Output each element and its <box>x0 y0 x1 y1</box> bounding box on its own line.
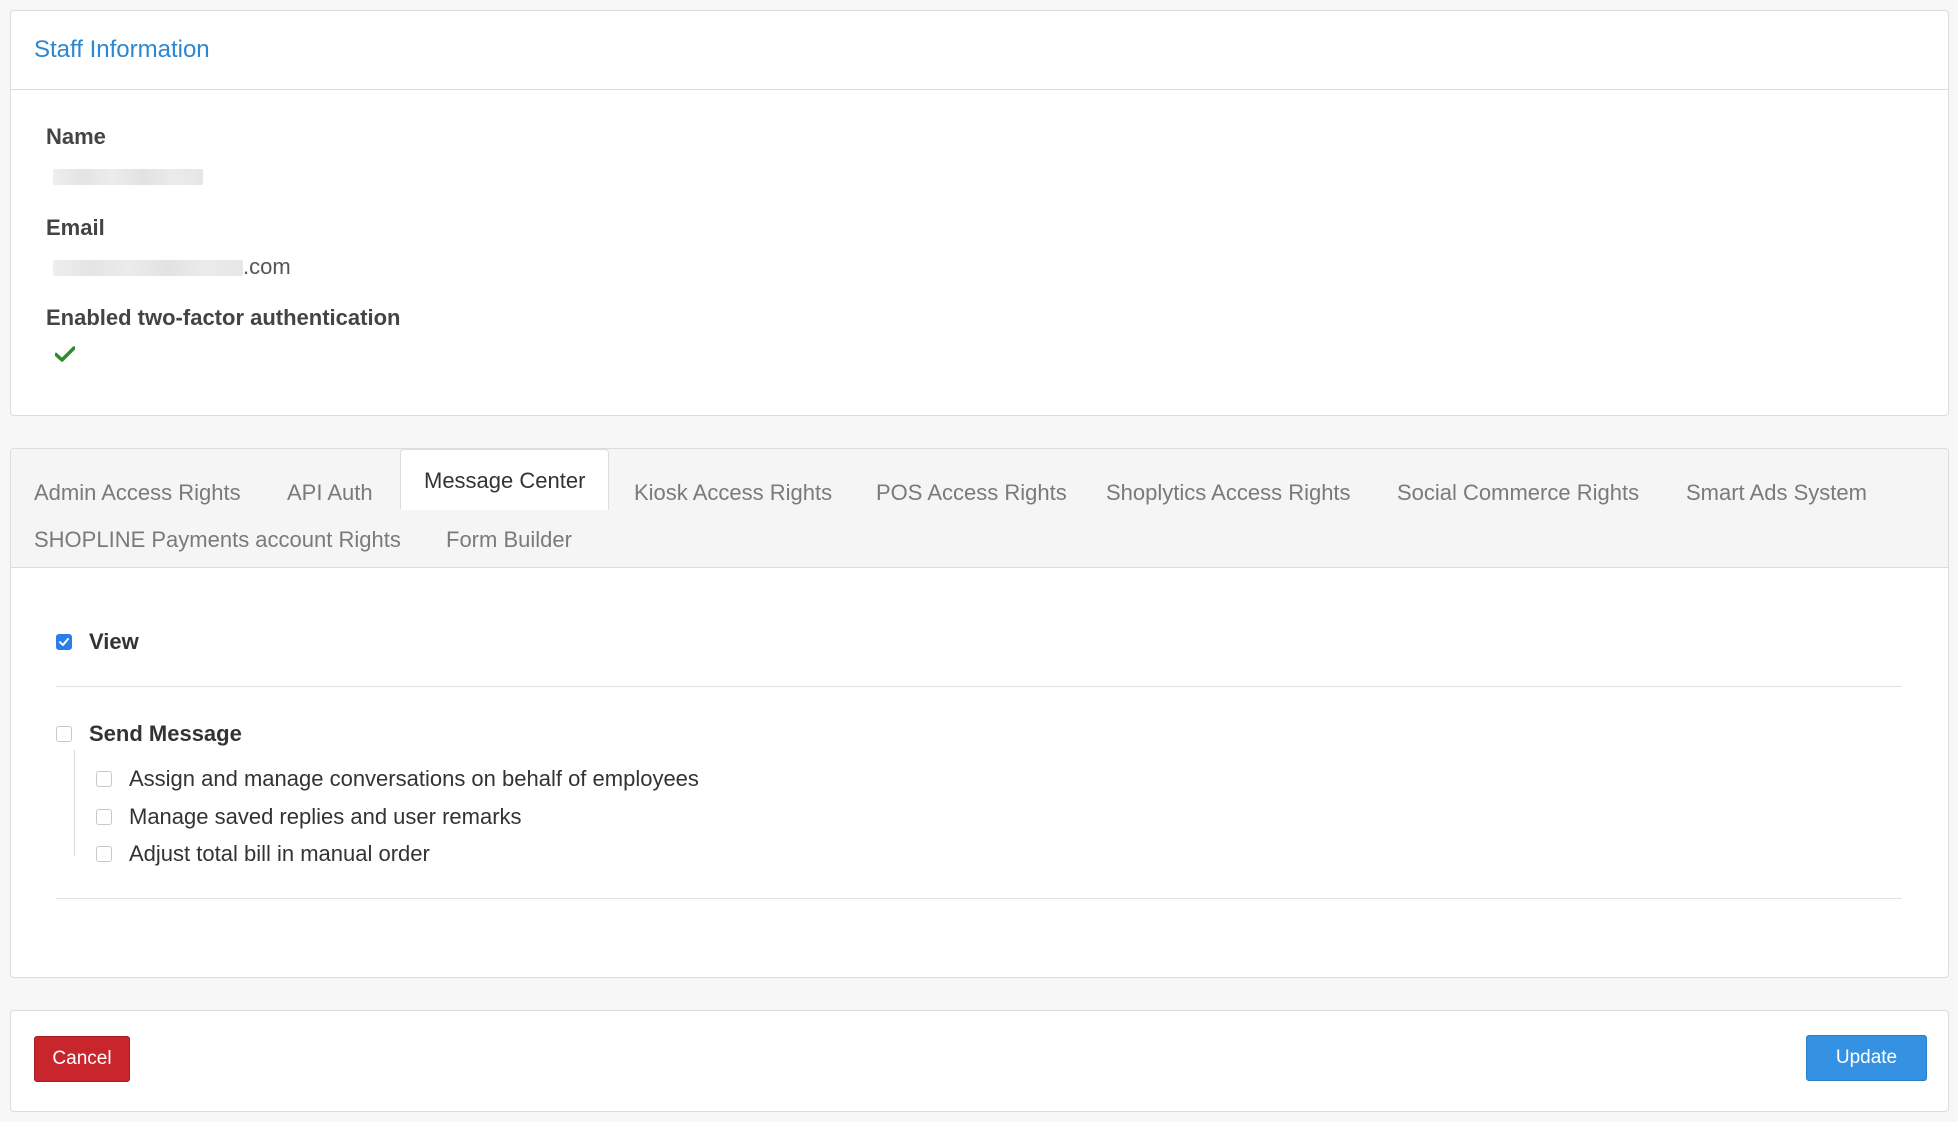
manage-saved-replies-label: Manage saved replies and user remarks <box>129 804 522 829</box>
redacted-name <box>53 169 203 186</box>
adjust-total-bill-label: Adjust total bill in manual order <box>129 841 430 866</box>
assign-conversations-checkbox[interactable] <box>96 771 112 787</box>
divider <box>56 686 1902 687</box>
name-value <box>53 163 203 189</box>
email-suffix: .com <box>243 254 291 279</box>
tab-message-center[interactable]: Message Center <box>400 449 610 510</box>
divider <box>56 898 1902 899</box>
panel-title: Staff Information <box>34 36 210 63</box>
tab-kiosk-access-rights[interactable]: Kiosk Access Rights <box>634 468 832 518</box>
sub-items-guide-line <box>74 750 75 856</box>
tab-form-builder[interactable]: Form Builder <box>446 515 572 565</box>
view-label: View <box>89 629 139 654</box>
tab-pos-access-rights[interactable]: POS Access Rights <box>876 468 1067 518</box>
tab-shopline-payments-account-rights[interactable]: SHOPLINE Payments account Rights <box>34 515 401 565</box>
manage-saved-replies-checkbox[interactable] <box>96 809 112 825</box>
permissions-panel: Admin Access Rights API Auth Message Cen… <box>10 448 1949 978</box>
checkmark-icon <box>54 346 76 367</box>
adjust-total-bill-checkbox[interactable] <box>96 846 112 862</box>
action-footer: Cancel Update <box>10 1010 1949 1112</box>
tab-admin-access-rights[interactable]: Admin Access Rights <box>34 468 241 518</box>
update-button[interactable]: Update <box>1806 1035 1927 1081</box>
email-label: Email <box>46 215 105 240</box>
permission-tabs: Admin Access Rights API Auth Message Cen… <box>11 449 1948 568</box>
tab-smart-ads-system[interactable]: Smart Ads System <box>1686 468 1867 518</box>
name-label: Name <box>46 124 106 149</box>
staff-information-header: Staff Information <box>11 11 1948 90</box>
two-factor-label: Enabled two-factor authentication <box>46 305 401 330</box>
view-checkbox[interactable] <box>56 634 72 650</box>
send-message-checkbox[interactable] <box>56 726 72 742</box>
staff-information-panel: Staff Information Name Email .com Enable… <box>10 10 1949 416</box>
email-value: .com <box>53 254 291 280</box>
message-center-permissions: View Send Message Assign and manage conv… <box>11 568 1948 978</box>
redacted-email <box>53 260 243 277</box>
tab-shoplytics-access-rights[interactable]: Shoplytics Access Rights <box>1106 468 1351 518</box>
tab-social-commerce-rights[interactable]: Social Commerce Rights <box>1397 468 1639 518</box>
cancel-button[interactable]: Cancel <box>34 1036 130 1082</box>
tab-api-auth[interactable]: API Auth <box>287 468 373 518</box>
assign-conversations-label: Assign and manage conversations on behal… <box>129 766 699 791</box>
send-message-label: Send Message <box>89 721 242 746</box>
